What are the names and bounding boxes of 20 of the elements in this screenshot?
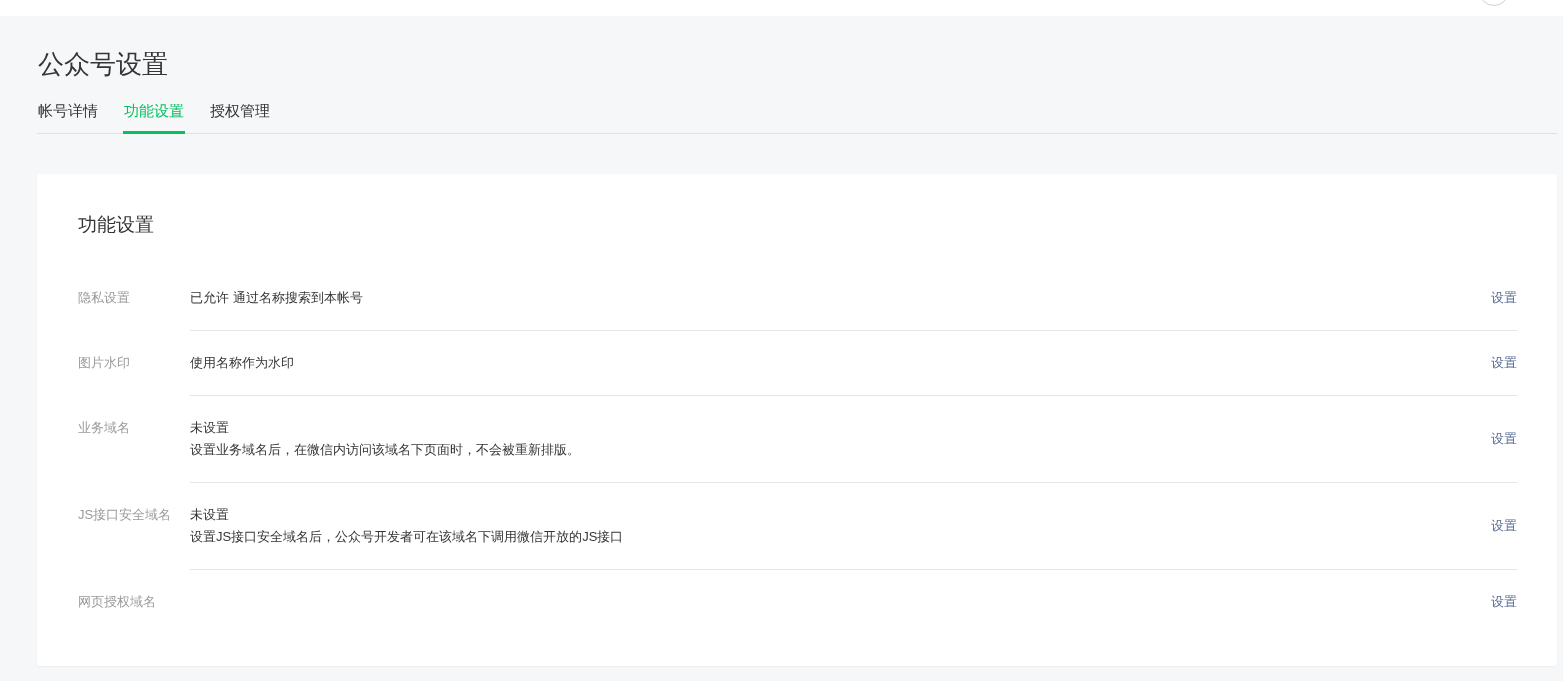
setting-description: 设置业务域名后，在微信内访问该域名下页面时，不会被重新排版。: [190, 441, 580, 459]
page-title: 公众号设置: [37, 48, 169, 81]
setting-label: 隐私设置: [78, 289, 131, 307]
settings-link[interactable]: 设置: [1491, 428, 1517, 450]
setting-label: 网页授权域名: [78, 593, 157, 611]
settings-link[interactable]: 设置: [1491, 287, 1517, 309]
tab[interactable]: 授权管理: [209, 101, 271, 134]
settings-link[interactable]: 设置: [1491, 515, 1517, 537]
setting-value: 已允许 通过名称搜索到本帐号: [190, 289, 363, 307]
setting-value: 使用名称作为水印: [190, 354, 294, 372]
tab[interactable]: 帐号详情: [37, 101, 99, 134]
settings-link[interactable]: 设置: [1491, 591, 1517, 613]
setting-label: 图片水印: [78, 354, 131, 372]
card-title: 功能设置: [78, 213, 155, 237]
setting-description: 设置JS接口安全域名后，公众号开发者可在该域名下调用微信开放的JS接口: [190, 528, 624, 546]
setting-label: 业务域名: [78, 419, 131, 437]
setting-value: 未设置: [190, 506, 230, 524]
setting-value: 未设置: [190, 419, 230, 437]
settings-link[interactable]: 设置: [1491, 352, 1517, 374]
setting-label: JS接口安全域名: [78, 506, 173, 524]
